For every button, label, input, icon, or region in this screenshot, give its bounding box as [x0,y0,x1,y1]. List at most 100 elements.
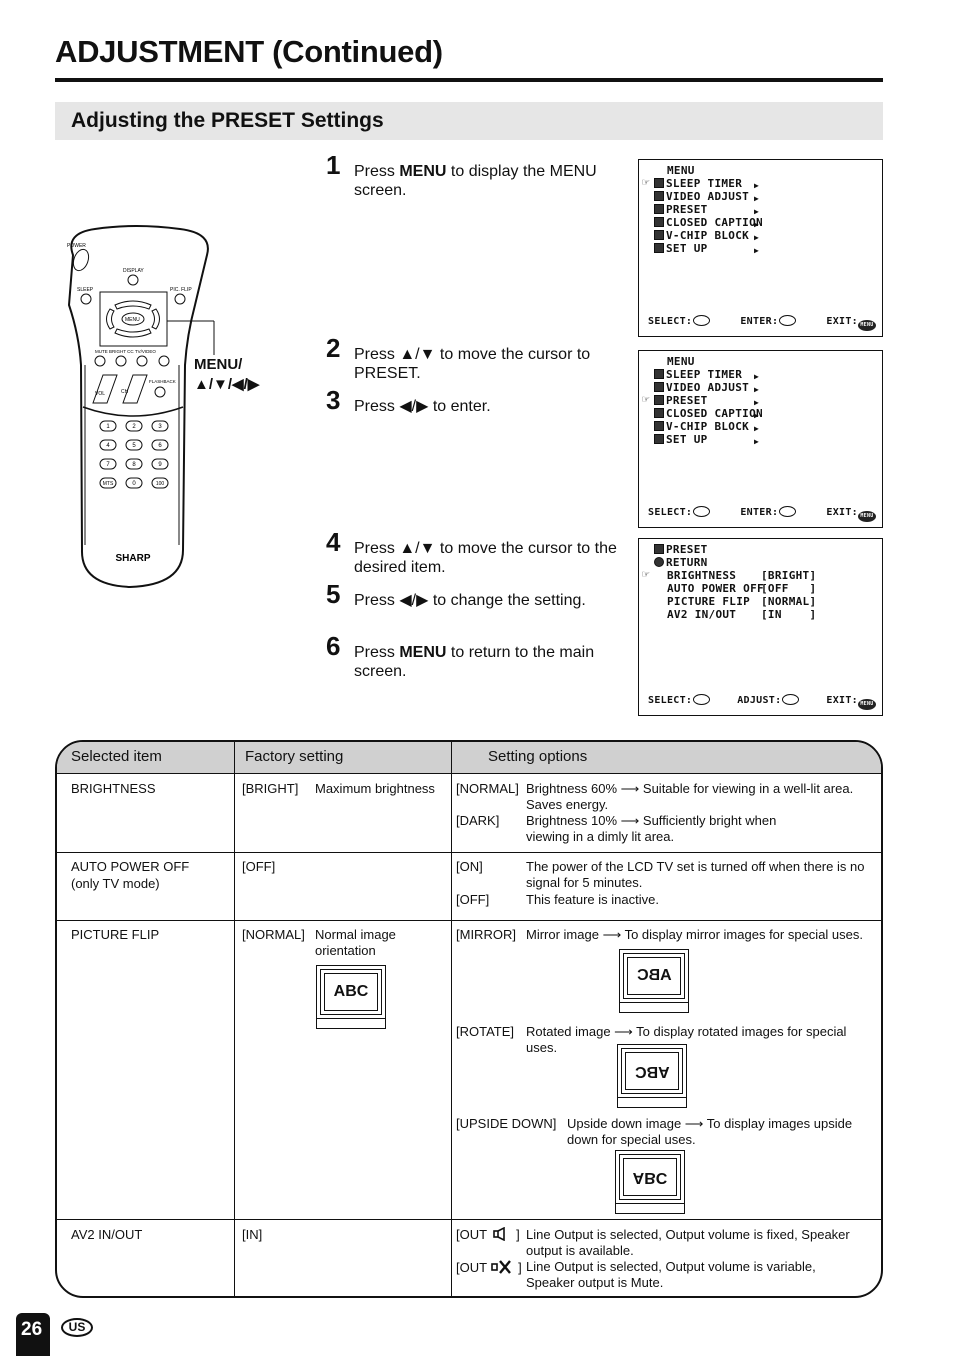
hand-cursor-icon: ☞ [642,175,650,189]
option-desc: Brightness 60% ⟶ Suitable for viewing in… [526,781,854,812]
step-number: 5 [326,579,341,609]
option-key: [ROTATE] [456,1024,515,1039]
option-key: [ON] [456,859,483,874]
dpad-icon [779,506,797,517]
osd-footer: SELECT: ENTER: EXIT: MENU [648,506,876,522]
option-key: [OUT ] [456,1259,522,1276]
osd-item: V-CHIP BLOCK [666,229,750,242]
osd-item: VIDEO ADJUST [666,190,750,203]
osd-item: CLOSED CAPTION [666,407,763,420]
footer-select-label: SELECT: [648,507,693,518]
svg-text:POWER: POWER [67,243,86,249]
svg-text:CH: CH [121,389,129,395]
submenu-arrow-icon: ▶ [754,246,760,255]
item-name: BRIGHTNESS [71,781,156,796]
option-key: [DARK] [456,813,500,828]
step-text: Press ◀/▶ to enter. [354,398,491,415]
submenu-arrow-icon: ▶ [754,437,760,446]
osd-setting-label: AUTO POWER OFF [667,582,764,595]
step-text: Press ◀/▶ to change the setting. [354,592,586,609]
option-desc: Mirror image ⟶ To display mirror images … [526,927,863,942]
submenu-arrow-icon: ▶ [754,411,760,420]
menu-button-icon: MENU [857,320,876,331]
lock-icon [654,421,664,431]
submenu-arrow-icon: ▶ [754,233,760,242]
closed-caption-icon [654,217,664,227]
osd-item: CLOSED CAPTION [666,216,763,229]
osd-setting-label: PICTURE FLIP [667,595,751,608]
step-4: 4 Press ▲/▼ to move the cursor to the de… [326,529,626,577]
column-divider [451,742,452,1296]
svg-text:SLEEP: SLEEP [77,287,94,293]
step-key: MENU [399,644,447,661]
sleep-timer-icon [654,369,664,379]
factory-desc: Normal image orientation [315,927,396,958]
footer-exit-label: EXIT: [826,316,858,327]
header-factory-setting: Factory setting [245,748,344,765]
tv-image-text: ABC [632,1169,668,1186]
step-number: 3 [326,385,341,415]
osd-item: PRESET [666,203,708,216]
remote-control-illustration: POWER DISPLAY SLEEP PIC. FLIP MENU MUTE … [67,225,215,589]
osd-setting-label: AV2 IN/OUT [667,608,737,621]
header-setting-options: Setting options [488,748,588,765]
table-header: Selected item Factory setting Setting op… [57,742,881,774]
submenu-arrow-icon: ▶ [754,385,760,394]
lock-icon [654,230,664,240]
osd-preset-screen: PRESET RETURN ☞ BRIGHTNESS [BRIGHT] AUTO… [638,538,883,716]
submenu-arrow-icon: ▶ [754,372,760,381]
osd-item: PRESET [666,394,708,407]
section-title: Adjusting the PRESET Settings [71,109,384,132]
osd-setting-value: [IN ] [761,608,817,621]
option-desc: Rotated image ⟶ To display rotated image… [526,1024,847,1055]
row-divider [57,920,881,921]
video-adjust-icon [654,382,664,392]
callout-menu-label: MENU/ [194,356,243,373]
step-2: 2 Press ▲/▼ to move the cursor to PRESET… [326,335,626,383]
return-icon [654,557,664,567]
step-1: 1 Press MENU to display the MENU screen. [326,152,626,200]
option-key-text: [OUT [456,1260,487,1275]
factory-key: [IN] [242,1227,263,1242]
sleep-timer-icon [654,178,664,188]
option-desc: Line Output is selected, Output volume i… [526,1227,850,1258]
submenu-arrow-icon: ▶ [754,194,760,203]
setup-icon [654,243,664,253]
submenu-arrow-icon: ▶ [754,220,760,229]
dpad-icon [693,315,711,326]
option-key-text: ] [518,1260,522,1275]
step-text: Press ▲/▼ to move the cursor to the desi… [354,540,617,576]
option-key: [OFF] [456,892,490,907]
tv-mirror-image: ABC [619,949,689,1013]
factory-desc: Maximum brightness [315,781,435,796]
osd-menu-screen-2: MENU ☞ SLEEP TIMER VIDEO ADJUST PRESET C… [638,350,883,528]
preset-icon [654,544,664,554]
osd-title: PRESET [666,543,708,556]
preset-icon [654,395,664,405]
speaker-mute-icon [491,1260,512,1274]
preset-icon [654,204,664,214]
option-key: [MIRROR] [456,927,516,942]
option-key: [OUT ] [456,1226,520,1243]
dpad-icon [693,506,711,517]
footer-adjust-label: ADJUST: [737,695,782,706]
osd-setting-value: [OFF ] [761,582,817,595]
menu-button-callout: MENU/ ▲/▼/◀/▶ [194,355,259,395]
row-divider [57,852,881,853]
tv-upside-down-image: ABC [615,1150,685,1214]
osd-setting-value: [BRIGHT] [761,569,817,582]
video-adjust-icon [654,191,664,201]
step-number: 2 [326,333,341,363]
svg-text:MUTE BRIGHT CC TV/VIDEO: MUTE BRIGHT CC TV/VIDEO [95,349,156,354]
factory-key: [BRIGHT] [242,781,299,796]
settings-table: Selected item Factory setting Setting op… [55,740,883,1298]
option-desc: This feature is inactive. [526,892,659,907]
title-rule [55,78,883,82]
option-desc: Line Output is selected, Output volume i… [526,1259,816,1290]
submenu-arrow-icon: ▶ [754,181,760,190]
svg-text:PIC. FLIP: PIC. FLIP [170,287,192,293]
closed-caption-icon [654,408,664,418]
callout-arrow-label: ▲/▼/◀/▶ [194,376,260,393]
step-text: Press [354,163,400,180]
osd-footer: SELECT: ENTER: EXIT: MENU [648,315,876,331]
